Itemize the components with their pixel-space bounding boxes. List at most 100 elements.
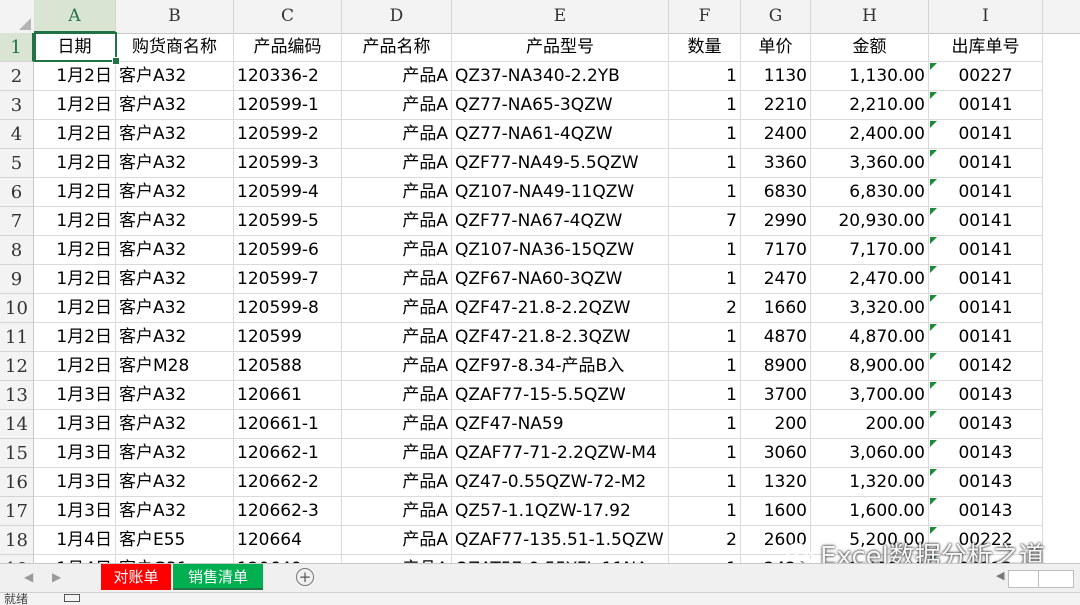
table-cell[interactable]: 1 bbox=[669, 381, 741, 410]
table-cell[interactable]: 产品A bbox=[342, 323, 452, 352]
table-cell[interactable]: 20,930.00 bbox=[811, 207, 929, 236]
table-cell[interactable]: QZAF77-15-5.5QZW bbox=[452, 381, 669, 410]
table-cell[interactable]: QZ37-NA340-2.2YB bbox=[452, 62, 669, 91]
header-cell[interactable]: 产品型号 bbox=[452, 33, 669, 62]
table-cell[interactable]: 00141 bbox=[929, 207, 1043, 236]
row-header[interactable]: 3 bbox=[0, 91, 34, 120]
table-cell[interactable]: 1 bbox=[669, 323, 741, 352]
number-as-text-warning-icon[interactable] bbox=[930, 469, 937, 476]
table-cell[interactable]: 7 bbox=[669, 207, 741, 236]
table-cell[interactable]: 1月3日 bbox=[34, 439, 116, 468]
table-cell[interactable]: 1 bbox=[669, 91, 741, 120]
table-cell[interactable]: 产品A bbox=[342, 555, 452, 563]
horizontal-scrollbar-track[interactable] bbox=[1038, 570, 1074, 588]
table-cell[interactable]: 1130 bbox=[741, 62, 811, 91]
row-header[interactable]: 14 bbox=[0, 410, 34, 439]
column-header-g[interactable]: G bbox=[741, 0, 811, 33]
table-cell[interactable]: 00141 bbox=[929, 149, 1043, 178]
table-cell[interactable]: 1月2日 bbox=[34, 91, 116, 120]
table-cell[interactable]: 产品A bbox=[342, 439, 452, 468]
number-as-text-warning-icon[interactable] bbox=[930, 527, 937, 534]
table-cell[interactable]: 产品A bbox=[342, 497, 452, 526]
table-cell[interactable]: 2210 bbox=[741, 91, 811, 120]
table-cell[interactable]: 1 bbox=[669, 178, 741, 207]
macro-record-icon[interactable] bbox=[64, 594, 80, 602]
table-cell[interactable]: 2470 bbox=[741, 265, 811, 294]
number-as-text-warning-icon[interactable] bbox=[930, 121, 937, 128]
table-cell[interactable]: 00143 bbox=[929, 410, 1043, 439]
table-cell[interactable]: 200 bbox=[741, 410, 811, 439]
table-cell[interactable]: 1月3日 bbox=[34, 381, 116, 410]
table-cell[interactable]: 1 bbox=[669, 439, 741, 468]
table-cell[interactable]: 2 bbox=[669, 294, 741, 323]
table-cell[interactable]: 1 bbox=[669, 352, 741, 381]
table-cell[interactable]: QZF67-NA60-3QZW bbox=[452, 265, 669, 294]
table-cell[interactable]: 1,600.00 bbox=[811, 497, 929, 526]
table-cell[interactable]: 客户A32 bbox=[116, 381, 234, 410]
table-cell[interactable]: 客户A32 bbox=[116, 497, 234, 526]
header-cell[interactable]: 数量 bbox=[669, 33, 741, 62]
table-cell[interactable]: 1 bbox=[669, 555, 741, 563]
table-cell[interactable]: 3,700.00 bbox=[811, 381, 929, 410]
table-cell[interactable]: QZ47-0.55QZW-72-M2 bbox=[452, 468, 669, 497]
row-header[interactable]: 11 bbox=[0, 323, 34, 352]
table-cell[interactable]: 客户A32 bbox=[116, 120, 234, 149]
table-cell[interactable]: 2990 bbox=[741, 207, 811, 236]
table-cell[interactable]: QZAF77-135.51-1.5QZW bbox=[452, 526, 669, 555]
table-cell[interactable]: 120662-2 bbox=[234, 468, 342, 497]
header-cell[interactable]: 购货商名称 bbox=[116, 33, 234, 62]
table-cell[interactable]: 产品A bbox=[342, 410, 452, 439]
table-cell[interactable]: 产品A bbox=[342, 91, 452, 120]
tab-scroll-right-icon[interactable]: ▶ bbox=[52, 570, 61, 584]
number-as-text-warning-icon[interactable] bbox=[930, 353, 937, 360]
number-as-text-warning-icon[interactable] bbox=[930, 266, 937, 273]
table-cell[interactable]: 120599-6 bbox=[234, 236, 342, 265]
table-cell[interactable]: QZF77-NA67-4QZW bbox=[452, 207, 669, 236]
row-header[interactable]: 1 bbox=[0, 33, 34, 62]
table-cell[interactable]: 1月3日 bbox=[34, 497, 116, 526]
table-cell[interactable]: 1 bbox=[669, 468, 741, 497]
table-cell[interactable]: 1月2日 bbox=[34, 178, 116, 207]
table-cell[interactable]: 客户A32 bbox=[116, 468, 234, 497]
row-header[interactable]: 2 bbox=[0, 62, 34, 91]
table-cell[interactable]: 1600 bbox=[741, 497, 811, 526]
table-cell[interactable]: 1 bbox=[669, 497, 741, 526]
table-cell[interactable]: 120599-4 bbox=[234, 178, 342, 207]
table-cell[interactable]: 120599-2 bbox=[234, 120, 342, 149]
column-header-h[interactable]: H bbox=[811, 0, 929, 33]
table-cell[interactable]: 1月2日 bbox=[34, 352, 116, 381]
row-header[interactable]: 17 bbox=[0, 497, 34, 526]
table-cell[interactable]: 客户A32 bbox=[116, 62, 234, 91]
table-cell[interactable]: 120664 bbox=[234, 526, 342, 555]
table-cell[interactable]: 120588 bbox=[234, 352, 342, 381]
row-header[interactable]: 5 bbox=[0, 149, 34, 178]
table-cell[interactable]: 客户A32 bbox=[116, 410, 234, 439]
table-cell[interactable]: 客户G31 bbox=[116, 555, 234, 563]
table-cell[interactable]: 00141 bbox=[929, 120, 1043, 149]
column-header-f[interactable]: F bbox=[669, 0, 741, 33]
table-cell[interactable]: QZF47-NA59 bbox=[452, 410, 669, 439]
row-header[interactable]: 10 bbox=[0, 294, 34, 323]
row-header[interactable]: 19 bbox=[0, 555, 34, 563]
number-as-text-warning-icon[interactable] bbox=[930, 63, 937, 70]
table-cell[interactable]: 120661 bbox=[234, 381, 342, 410]
table-cell[interactable]: QZ107-NA49-11QZW bbox=[452, 178, 669, 207]
table-cell[interactable]: 2400 bbox=[741, 120, 811, 149]
table-cell[interactable]: 120649 bbox=[234, 555, 342, 563]
table-cell[interactable]: 客户A32 bbox=[116, 207, 234, 236]
row-header[interactable]: 8 bbox=[0, 236, 34, 265]
number-as-text-warning-icon[interactable] bbox=[930, 150, 937, 157]
table-cell[interactable]: 00141 bbox=[929, 178, 1043, 207]
row-header[interactable]: 16 bbox=[0, 468, 34, 497]
table-cell[interactable]: 6830 bbox=[741, 178, 811, 207]
table-cell[interactable]: 产品A bbox=[342, 352, 452, 381]
table-cell[interactable]: QZ107-NA36-15QZW bbox=[452, 236, 669, 265]
table-cell[interactable]: 客户M28 bbox=[116, 352, 234, 381]
table-cell[interactable]: QZAF77-71-2.2QZW-M4 bbox=[452, 439, 669, 468]
table-cell[interactable]: 1月2日 bbox=[34, 149, 116, 178]
number-as-text-warning-icon[interactable] bbox=[930, 208, 937, 215]
table-cell[interactable]: 120599-1 bbox=[234, 91, 342, 120]
select-all-corner[interactable] bbox=[0, 0, 35, 33]
table-cell[interactable]: 1月4日 bbox=[34, 555, 116, 563]
table-cell[interactable]: 00143 bbox=[929, 381, 1043, 410]
